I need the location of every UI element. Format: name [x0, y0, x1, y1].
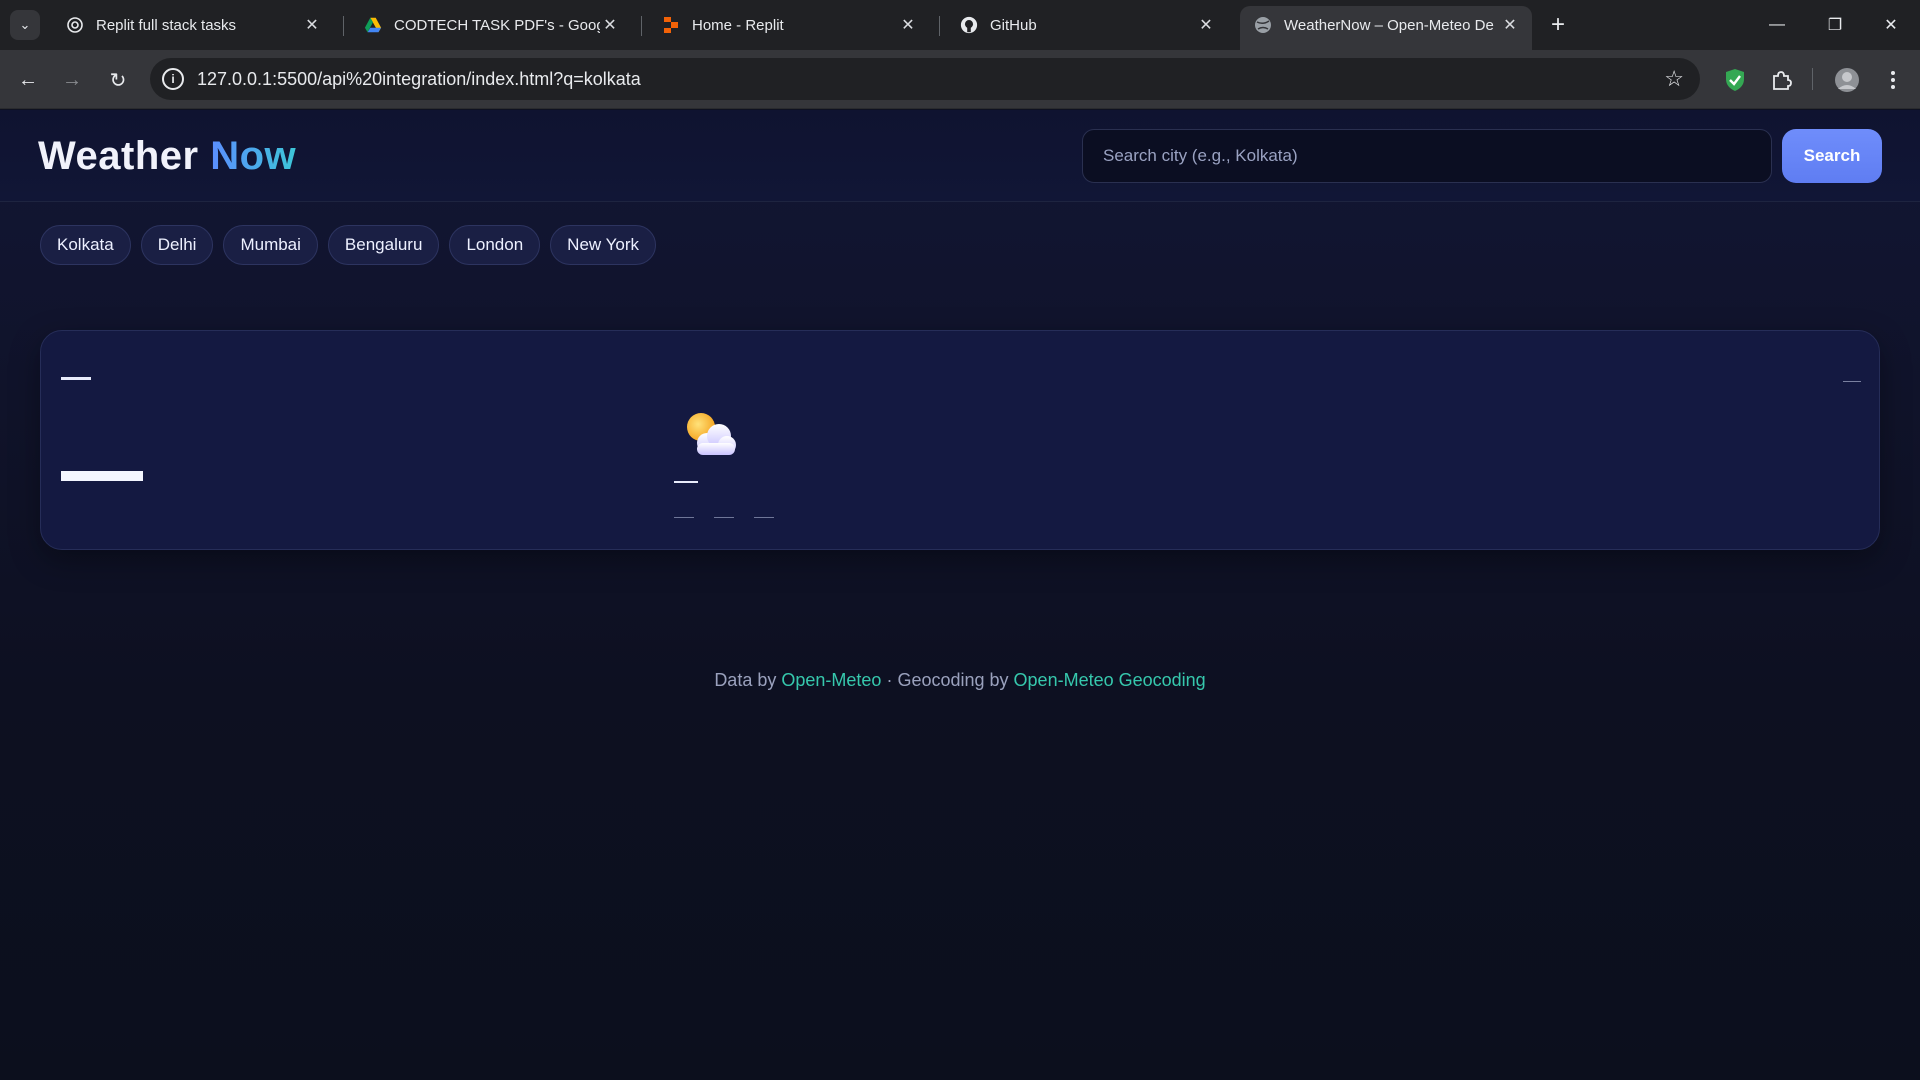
close-icon[interactable]: ✕: [1196, 15, 1216, 35]
back-button[interactable]: ←: [12, 64, 44, 96]
plus-icon: +: [1550, 11, 1565, 38]
tab-title: WeatherNow – Open-Meteo De: [1284, 16, 1494, 34]
city-chip-mumbai[interactable]: Mumbai: [223, 225, 318, 265]
close-icon[interactable]: ✕: [302, 15, 322, 35]
browser-tab-active[interactable]: WeatherNow – Open-Meteo De ✕: [1240, 6, 1532, 50]
tab-title: Replit full stack tasks: [96, 16, 237, 34]
app-header: Weather Now Search: [0, 110, 1920, 202]
metric-placeholder: [754, 517, 774, 518]
time-placeholder: [1843, 381, 1861, 382]
location-placeholder: [61, 377, 91, 380]
forward-button[interactable]: →: [56, 64, 88, 96]
minimize-button[interactable]: —: [1748, 0, 1806, 50]
google-drive-icon: [364, 16, 382, 34]
condition-placeholder: [674, 481, 698, 483]
page-footer: Data by Open-Meteo · Geocoding by Open-M…: [0, 670, 1920, 691]
shield-extension-icon[interactable]: [1719, 64, 1751, 96]
tab-search-button[interactable]: ⌄: [10, 10, 40, 40]
browser-toolbar: ← → ↻ i 127.0.0.1:5500/api%20integration…: [0, 50, 1920, 109]
footer-middle: · Geocoding by: [886, 670, 1009, 690]
temperature-placeholder: [61, 471, 143, 481]
browser-tab-strip: ⌄ Replit full stack tasks ✕ CODTECH TASK…: [0, 0, 1920, 50]
tab-title: Home - Replit: [692, 16, 784, 34]
quick-city-chips: Kolkata Delhi Mumbai Bengaluru London Ne…: [40, 225, 656, 265]
toolbar-divider: [1812, 68, 1813, 90]
metric-placeholder: [714, 517, 734, 518]
restore-button[interactable]: ❐: [1806, 0, 1864, 50]
weather-card: [40, 330, 1880, 550]
arrow-right-icon: →: [62, 68, 82, 91]
close-icon: ✕: [1884, 17, 1898, 34]
url-text[interactable]: 127.0.0.1:5500/api%20integration/index.h…: [197, 69, 641, 90]
open-meteo-link[interactable]: Open-Meteo: [781, 670, 881, 690]
partly-cloudy-icon: [681, 409, 737, 459]
browser-tab[interactable]: Replit full stack tasks ✕: [52, 8, 334, 42]
site-info-icon[interactable]: i: [162, 68, 184, 90]
new-tab-button[interactable]: +: [1543, 10, 1573, 40]
city-chip-delhi[interactable]: Delhi: [140, 225, 214, 265]
footer-prefix: Data by: [714, 670, 777, 690]
reload-icon: ↻: [109, 69, 127, 92]
arrow-left-icon: ←: [18, 68, 38, 91]
globe-icon: [1254, 16, 1272, 34]
tab-separator: [939, 16, 940, 36]
address-bar[interactable]: i 127.0.0.1:5500/api%20integration/index…: [150, 58, 1700, 100]
close-icon[interactable]: ✕: [898, 15, 918, 35]
chevron-down-icon: ⌄: [19, 17, 31, 32]
open-meteo-geocoding-link[interactable]: Open-Meteo Geocoding: [1014, 670, 1206, 690]
page-content: Weather Now Search Kolkata Delhi Mumbai …: [0, 110, 1920, 1080]
city-chip-kolkata[interactable]: Kolkata: [40, 225, 131, 265]
tab-title: CODTECH TASK PDF's - Google: [394, 16, 600, 34]
logo-word-now: Now: [210, 134, 297, 178]
close-icon[interactable]: ✕: [600, 15, 620, 35]
city-search-input[interactable]: [1082, 129, 1772, 183]
puzzle-extensions-icon[interactable]: [1765, 64, 1797, 96]
profile-avatar[interactable]: [1831, 64, 1863, 96]
close-icon[interactable]: ✕: [1500, 15, 1520, 35]
city-chip-bengaluru[interactable]: Bengaluru: [327, 225, 440, 265]
search-button[interactable]: Search: [1782, 129, 1882, 183]
reload-button[interactable]: ↻: [102, 64, 134, 96]
github-icon: [960, 16, 978, 34]
city-chip-london[interactable]: London: [449, 225, 541, 265]
city-chip-new-york[interactable]: New York: [550, 225, 656, 265]
openai-icon: [66, 16, 84, 34]
tab-title: GitHub: [990, 16, 1037, 34]
logo-word-weather: Weather: [38, 134, 199, 178]
app-logo: Weather Now: [38, 134, 296, 179]
bookmark-star-icon[interactable]: ☆: [1664, 66, 1684, 92]
tab-separator: [343, 16, 344, 36]
tab-separator: [641, 16, 642, 36]
restore-icon: ❐: [1827, 17, 1843, 34]
browser-tab[interactable]: CODTECH TASK PDF's - Google ✕: [350, 8, 632, 42]
replit-icon: [662, 16, 680, 34]
metric-placeholder: [674, 517, 694, 518]
browser-tab[interactable]: GitHub ✕: [946, 8, 1228, 42]
close-window-button[interactable]: ✕: [1862, 0, 1920, 50]
kebab-menu-icon[interactable]: [1877, 64, 1909, 96]
browser-tab[interactable]: Home - Replit ✕: [648, 8, 930, 42]
minimize-icon: —: [1769, 16, 1785, 33]
